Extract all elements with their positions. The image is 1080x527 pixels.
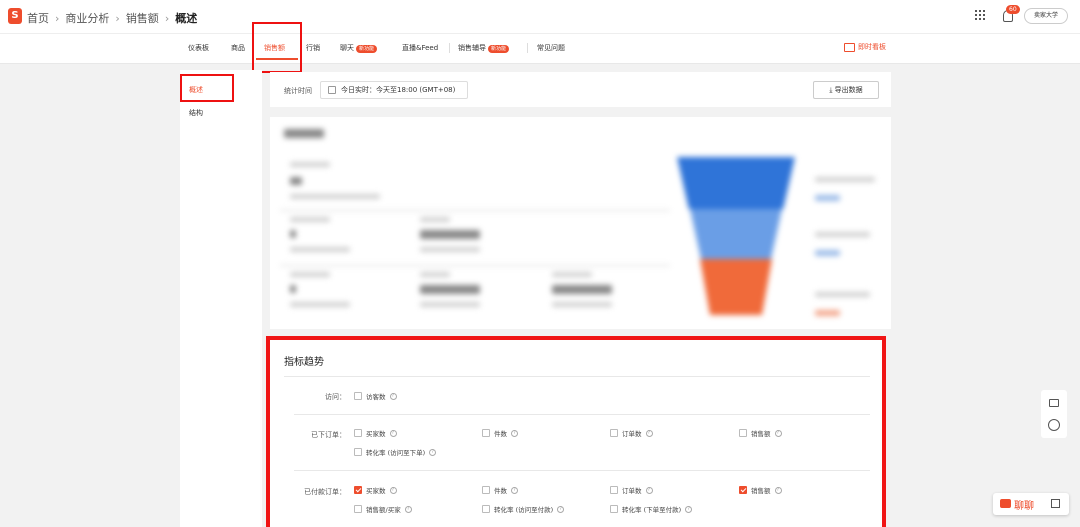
time-label: 统计时间 bbox=[284, 87, 312, 95]
live-dashboard-label: 即时看板 bbox=[858, 43, 886, 51]
analytics-nav: 仪表板 商品 销售额 行销 聊天 新功能 直播&Feed 销售辅导 新功能 常见问题… bbox=[0, 34, 1080, 64]
tab-sales-coaching[interactable]: 销售辅导 新功能 bbox=[458, 34, 510, 64]
chat-widget[interactable]: 聊聊 bbox=[993, 493, 1069, 515]
breadcrumb-current: 概述 bbox=[175, 12, 198, 25]
monitor-chart-icon bbox=[844, 42, 855, 52]
tab-chat[interactable]: 聊天 新功能 bbox=[340, 34, 378, 64]
shopee-logo-icon[interactable]: S bbox=[8, 8, 22, 24]
blurred-content bbox=[270, 117, 891, 329]
live-dashboard-link[interactable]: 即时看板 bbox=[844, 42, 886, 52]
chat-bubble-icon bbox=[1000, 499, 1011, 508]
user-account-button[interactable]: 卖家大学 bbox=[1024, 8, 1068, 24]
tab-faq[interactable]: 常见问题 bbox=[537, 34, 565, 64]
new-feature-badge: 新功能 bbox=[356, 45, 378, 53]
breadcrumb-separator: › bbox=[164, 11, 170, 25]
breadcrumb-separator: › bbox=[55, 11, 60, 25]
notification-badge: 60 bbox=[1006, 5, 1020, 14]
key-metrics-card-blurred bbox=[270, 117, 891, 329]
nav-divider bbox=[527, 43, 528, 53]
breadcrumb-sales[interactable]: 销售额 bbox=[126, 10, 159, 26]
apps-grid-icon[interactable] bbox=[975, 10, 985, 20]
nav-divider bbox=[449, 43, 450, 53]
calendar-icon bbox=[328, 86, 336, 94]
support-icon[interactable] bbox=[1048, 419, 1060, 431]
time-range-picker[interactable]: 今日实时：今天至18:00 (GMT+08) bbox=[320, 81, 468, 99]
tab-live-feed[interactable]: 直播&Feed bbox=[402, 34, 438, 64]
tab-dashboard[interactable]: 仪表板 bbox=[188, 34, 209, 64]
breadcrumb-separator: › bbox=[115, 11, 120, 25]
mail-icon[interactable] bbox=[1049, 399, 1059, 407]
tab-products[interactable]: 商品 bbox=[231, 34, 245, 64]
floating-tools bbox=[1041, 390, 1067, 438]
sidebar: 概述 结构 bbox=[180, 70, 262, 527]
minimize-icon[interactable] bbox=[1051, 499, 1060, 508]
time-filter-card: 统计时间 今日实时：今天至18:00 (GMT+08) ⤓ 导出数据 bbox=[270, 72, 891, 107]
chat-label: 聊聊 bbox=[1014, 501, 1034, 512]
highlight-box-overview bbox=[180, 74, 234, 102]
highlight-box-trend bbox=[266, 336, 886, 527]
new-feature-badge: 新功能 bbox=[488, 45, 510, 53]
sidebar-item-structure[interactable]: 结构 bbox=[189, 108, 203, 118]
breadcrumb-home[interactable]: 首页 bbox=[27, 10, 49, 26]
top-bar: S 首页 › 商业分析 › 销售额 › 概述 60 卖家大学 bbox=[0, 0, 1080, 34]
export-data-button[interactable]: ⤓ 导出数据 bbox=[813, 81, 879, 99]
breadcrumb: 首页 › 商业分析 › 销售额 › 概述 bbox=[27, 10, 197, 26]
highlight-box-sales-tab bbox=[252, 22, 302, 73]
breadcrumb-business-analysis[interactable]: 商业分析 bbox=[65, 10, 109, 26]
tab-marketing[interactable]: 行销 bbox=[306, 34, 320, 64]
